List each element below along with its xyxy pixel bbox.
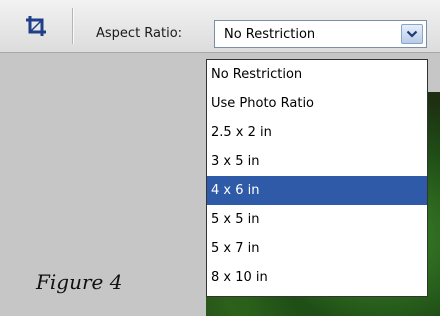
- crop-icon: [26, 16, 46, 36]
- toolbar-separator: [72, 8, 74, 44]
- aspect-ratio-current-value: No Restriction: [224, 27, 316, 42]
- option-8x10-in[interactable]: 8 x 10 in: [207, 263, 427, 292]
- dropdown-arrow-button[interactable]: [401, 24, 423, 44]
- option-5x7-in[interactable]: 5 x 7 in: [207, 234, 427, 263]
- figure-caption: Figure 4: [36, 270, 123, 294]
- option-4x6-in[interactable]: 4 x 6 in: [207, 176, 427, 205]
- tool-options-bar: Aspect Ratio: No Restriction: [0, 0, 440, 53]
- aspect-ratio-select[interactable]: No Restriction: [214, 20, 427, 48]
- option-no-restriction[interactable]: No Restriction: [207, 60, 427, 89]
- aspect-ratio-label: Aspect Ratio:: [96, 26, 183, 41]
- option-3x5-in[interactable]: 3 x 5 in: [207, 147, 427, 176]
- option-2-5x2-in[interactable]: 2.5 x 2 in: [207, 118, 427, 147]
- option-use-photo-ratio[interactable]: Use Photo Ratio: [207, 89, 427, 118]
- chevron-down-icon: [406, 30, 418, 38]
- aspect-ratio-dropdown-list: No Restriction Use Photo Ratio 2.5 x 2 i…: [206, 59, 428, 297]
- option-5x5-in[interactable]: 5 x 5 in: [207, 205, 427, 234]
- crop-tool-button[interactable]: [6, 6, 66, 46]
